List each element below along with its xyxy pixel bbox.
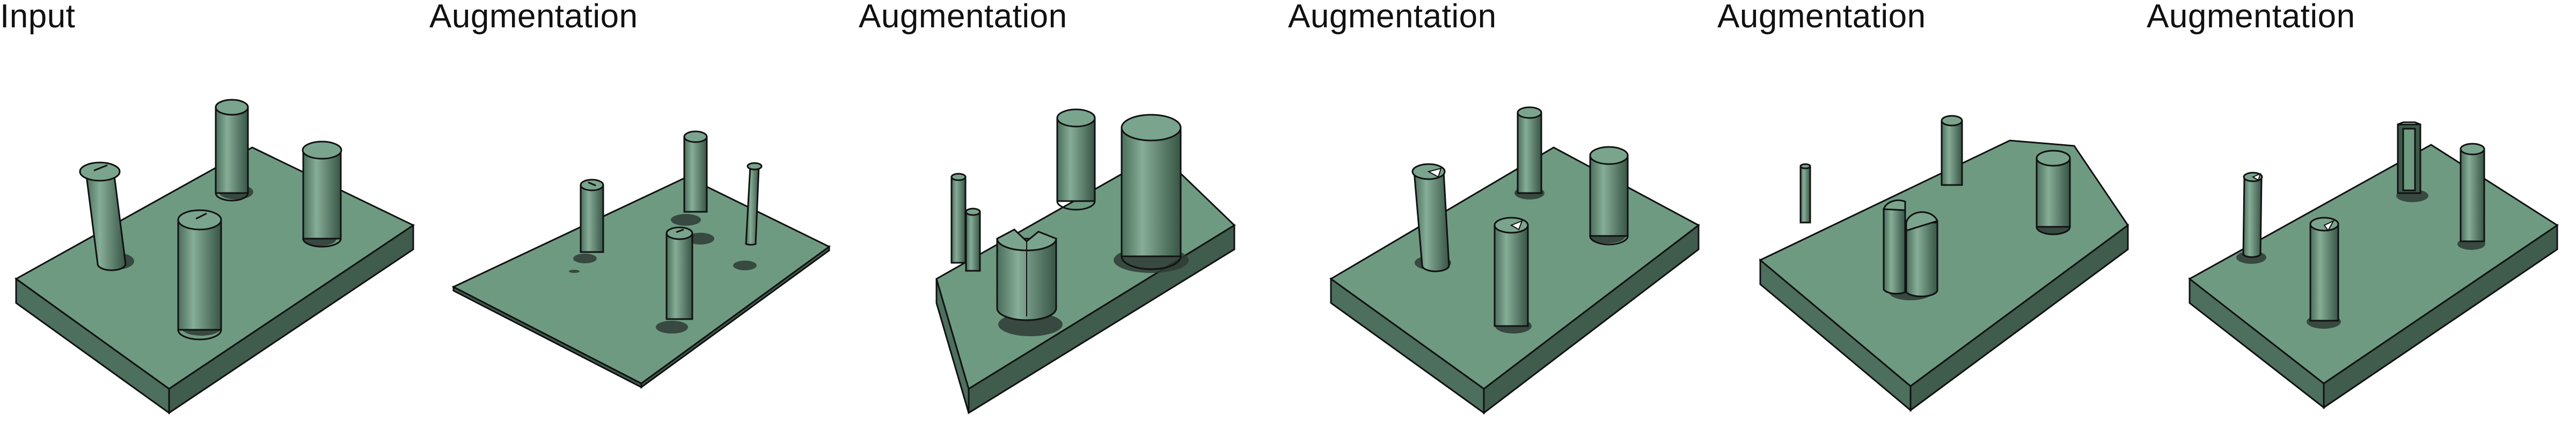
cad-model-augmentation [451,130,831,389]
cylinder [950,173,967,264]
cad-model-augmentation [2188,121,2559,410]
cylinder [215,99,249,202]
slot-cylinder [2397,121,2421,194]
cad-model-augmentation [1329,106,1700,415]
cylinder [177,209,222,341]
cylinder [2036,150,2071,235]
cad-model-augmentation [935,108,1236,415]
cylinder-cut [2309,217,2339,322]
panel-input: Input [0,0,429,429]
panel-augmentation-3: Augmentation [1288,0,1717,429]
panel-augmentation-2: Augmentation [859,0,1288,429]
cad-model-input [14,99,415,415]
cylinder [665,226,693,320]
panel-augmentation-4: Augmentation [1717,0,2147,429]
cylinder [683,130,708,213]
shadow [733,261,757,270]
panel-augmentation-5: Augmentation [2147,0,2576,429]
cylinder [302,140,342,248]
shadow [569,270,580,273]
cylinder [1799,163,1811,224]
cylinder [1056,108,1096,211]
cylinder [580,179,604,253]
cylinder [1517,106,1542,194]
cylinder [1121,114,1182,270]
cylinder [2460,143,2485,242]
cylinder-cut [1494,217,1529,327]
cylinder-cut [996,228,1057,321]
shadow [671,214,701,226]
board-top [451,176,831,384]
cylinder [1941,115,1963,186]
shadow [573,254,597,263]
cad-model-augmentation [1759,115,2129,412]
shadow [656,321,688,334]
panel-augmentation-1: Augmentation [429,0,859,429]
cylinder [1589,146,1629,246]
cylinder [965,208,981,272]
cylinder-cut [2242,172,2263,258]
